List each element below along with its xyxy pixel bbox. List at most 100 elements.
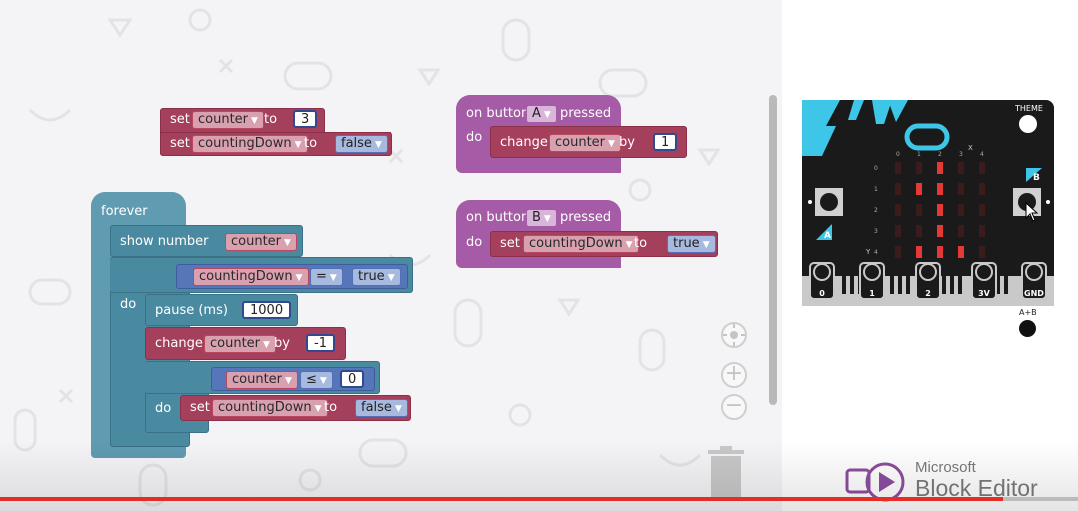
led-1-2: [937, 183, 943, 195]
variable-dropdown-countingdown[interactable]: countingDown ▼: [212, 399, 328, 417]
operator-dropdown-less-equal[interactable]: ≤ ▼: [300, 371, 333, 389]
zoom-out-icon[interactable]: −: [721, 394, 747, 420]
compare-block[interactable]: counter ▼ ≤ ▼ 0: [211, 367, 375, 391]
led-2-3: [958, 204, 964, 216]
led-2-1: [916, 204, 922, 216]
boolean-dropdown-false[interactable]: false ▼: [335, 135, 388, 153]
show-number-block[interactable]: show number counter ▼: [110, 225, 303, 257]
operator-dropdown-equals[interactable]: = ▼: [310, 268, 343, 286]
variable-dropdown-counter[interactable]: counter ▼: [549, 134, 621, 152]
number-input-3[interactable]: 3: [293, 110, 318, 128]
theme-button[interactable]: [1019, 115, 1037, 133]
video-progress-fill: [0, 497, 1003, 501]
variable-dropdown-counter[interactable]: counter ▼: [204, 335, 276, 353]
pressed-keyword: pressed: [560, 106, 612, 121]
set-keyword: set: [170, 136, 190, 151]
by-keyword: by: [274, 336, 290, 351]
pin-label-gnd: GND: [1024, 289, 1044, 298]
forever-keyword: forever: [101, 204, 148, 219]
led-4-2: [937, 246, 943, 258]
boolean-dropdown-true[interactable]: true ▼: [667, 235, 716, 253]
led-1-3: [958, 183, 964, 195]
col-label: 0: [896, 151, 900, 158]
col-label: 4: [980, 151, 984, 158]
on-button-keyword: on button: [466, 210, 530, 225]
led-0-2: [937, 162, 943, 174]
do-keyword: do: [155, 401, 172, 416]
change-keyword: change: [155, 336, 203, 351]
by-keyword: by: [619, 135, 635, 150]
to-keyword: to: [264, 112, 278, 127]
led-3-0: [895, 225, 901, 237]
pin-label-0: 0: [819, 289, 825, 298]
led-1-0: [895, 183, 901, 195]
block-workspace[interactable]: set counter ▼ to 3 set countingDown ▼ to f…: [0, 0, 782, 511]
number-input-0[interactable]: 0: [340, 370, 365, 388]
if-condition-row: countingDown ▼ = ▼ true ▼: [110, 257, 413, 293]
to-keyword: to: [304, 136, 318, 151]
variable-dropdown-countingdown[interactable]: countingDown ▼: [192, 135, 308, 153]
vertical-scrollbar[interactable]: [769, 95, 777, 405]
button-dropdown-b[interactable]: B ▼: [526, 209, 557, 227]
led-2-2: [937, 204, 943, 216]
boolean-dropdown-true[interactable]: true ▼: [352, 268, 401, 286]
ab-button-label: A+B: [1019, 308, 1037, 317]
number-input-minus-1[interactable]: -1: [306, 334, 335, 352]
led-0-0: [895, 162, 901, 174]
trash-icon[interactable]: [706, 446, 746, 498]
button-a-label: A: [824, 231, 831, 241]
led-3-3: [958, 225, 964, 237]
number-input-1000[interactable]: 1000: [242, 301, 292, 319]
ab-button[interactable]: [1019, 320, 1036, 337]
led-2-4: [979, 204, 985, 216]
col-label: 3: [959, 151, 963, 158]
inner-if-condition-row: counter ▼ ≤ ▼ 0: [145, 361, 380, 394]
do-keyword: do: [466, 235, 483, 250]
change-counter-block[interactable]: change counter ▼ by 1: [490, 126, 687, 158]
change-counter-block[interactable]: change counter ▼ by -1: [145, 327, 346, 360]
variable-dropdown-counter[interactable]: counter ▼: [225, 233, 297, 251]
number-input-1[interactable]: 1: [653, 133, 678, 151]
compare-block[interactable]: countingDown ▼ = ▼ true ▼: [176, 264, 408, 289]
pin-label-3v: 3V: [978, 289, 991, 298]
led-1-4: [979, 183, 985, 195]
set-keyword: set: [190, 400, 210, 415]
variable-dropdown-countingdown[interactable]: countingDown ▼: [193, 268, 309, 286]
do-keyword: do: [120, 297, 137, 312]
col-label: 1: [917, 151, 921, 158]
set-countingdown-block[interactable]: set countingDown ▼ to false ▼: [180, 395, 411, 421]
variable-dropdown-counter[interactable]: counter ▼: [226, 371, 298, 389]
set-keyword: set: [500, 236, 520, 251]
target-icon[interactable]: [721, 322, 747, 348]
row-label: 3: [874, 228, 878, 235]
do-keyword: do: [466, 130, 483, 145]
change-keyword: change: [500, 135, 548, 150]
led-0-4: [979, 162, 985, 174]
led-1-1: [916, 183, 922, 195]
led-0-3: [958, 162, 964, 174]
variable-dropdown-countingdown[interactable]: countingDown ▼: [523, 235, 639, 253]
set-block-countingdown[interactable]: set countingDown ▼ to false ▼: [160, 132, 392, 156]
video-progress-bar[interactable]: [0, 497, 1078, 501]
led-4-3: [958, 246, 964, 258]
pause-block[interactable]: pause (ms) 1000: [145, 294, 298, 326]
row-label: 4: [874, 249, 878, 256]
x-axis-label: X: [968, 144, 973, 152]
led-4-0: [895, 246, 901, 258]
set-countingdown-block[interactable]: set countingDown ▼ to true ▼: [490, 231, 718, 257]
led-3-1: [916, 225, 922, 237]
pin-label-1: 1: [869, 289, 875, 298]
mouse-cursor-icon: [1025, 202, 1039, 222]
led-4-4: [979, 246, 985, 258]
brand-line-1: Microsoft: [915, 459, 976, 476]
led-4-1: [916, 246, 922, 258]
set-keyword: set: [170, 112, 190, 127]
row-label: 2: [874, 207, 878, 214]
pause-keyword: pause (ms): [155, 303, 228, 318]
boolean-dropdown-false[interactable]: false ▼: [355, 399, 408, 417]
microbit-simulator[interactable]: 0 1 2 3 401234XY 0 1 2 3V GND A B: [802, 100, 1054, 306]
zoom-in-icon[interactable]: +: [721, 362, 747, 388]
variable-dropdown-counter[interactable]: counter ▼: [192, 111, 264, 129]
button-dropdown-a[interactable]: A ▼: [526, 105, 557, 123]
to-keyword: to: [634, 236, 648, 251]
